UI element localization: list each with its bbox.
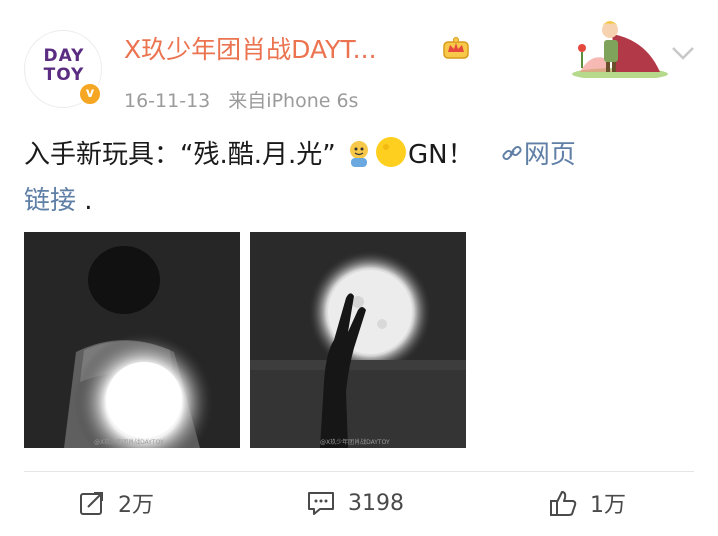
moon-lamp-photo-2: @X玖少年团肖战DAYTOY bbox=[250, 232, 466, 448]
image-watermark-2: @X玖少年团肖战DAYTOY bbox=[320, 438, 390, 446]
post-text-end: . bbox=[84, 186, 93, 216]
repost-count: 2万 bbox=[118, 493, 154, 518]
post-image-2[interactable]: @X玖少年团肖战DAYTOY bbox=[250, 232, 466, 448]
post-meta: 16-11-13 来自iPhone 6s bbox=[124, 86, 358, 113]
comment-button[interactable]: 3198 bbox=[306, 486, 404, 520]
link-icon bbox=[502, 145, 522, 161]
repost-icon bbox=[80, 492, 103, 515]
web-link-label-2: 链接 bbox=[24, 186, 77, 216]
web-link-label: 网页 bbox=[523, 140, 576, 170]
crown-icon bbox=[443, 37, 469, 59]
smiley-emoji-icon bbox=[350, 141, 368, 167]
post-text-gn: GN！ bbox=[408, 140, 474, 170]
post-content: 入手新玩具：“残.酷.月.光” GN！ 网页链接 . bbox=[24, 132, 696, 224]
post-time: 16-11-13 bbox=[124, 90, 211, 112]
post-source: 来自iPhone 6s bbox=[228, 90, 359, 112]
comment-icon bbox=[308, 492, 334, 515]
moon-lamp-photo-1: @X玖少年团肖战DAYTOY bbox=[24, 232, 240, 448]
like-icon bbox=[550, 491, 577, 516]
image-watermark-1: @X玖少年团肖战DAYTOY bbox=[94, 438, 164, 446]
post-text: 入手新玩具：“残.酷.月.光” bbox=[24, 140, 336, 170]
like-count: 1万 bbox=[590, 493, 626, 518]
like-button[interactable]: 1万 bbox=[548, 486, 626, 520]
username[interactable]: X玖少年团肖战DAYT... bbox=[124, 30, 377, 66]
little-prince-sticker bbox=[572, 21, 668, 78]
comment-count: 3198 bbox=[348, 490, 404, 516]
avatar-logo: DAY TOY bbox=[43, 46, 85, 85]
repost-button[interactable]: 2万 bbox=[78, 486, 154, 520]
divider bbox=[24, 471, 694, 472]
moon-emoji-icon bbox=[376, 137, 406, 167]
post-image-1[interactable]: @X玖少年团肖战DAYTOY bbox=[24, 232, 240, 448]
verified-badge: v bbox=[78, 82, 102, 106]
chevron-down-icon[interactable] bbox=[670, 44, 696, 62]
weibo-post: DAY TOY v X玖少年团肖战DAYT... 16-11-13 来自iPho… bbox=[0, 0, 718, 536]
